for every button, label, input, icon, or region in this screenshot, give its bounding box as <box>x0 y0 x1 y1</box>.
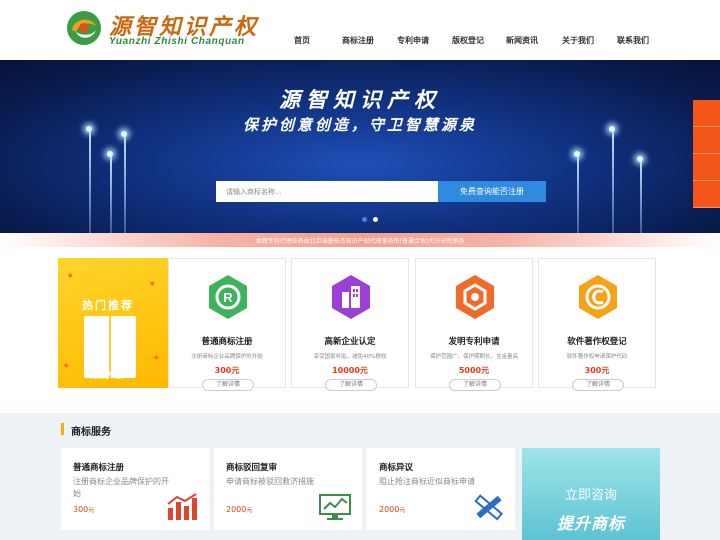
card-price: 300元 <box>214 366 240 375</box>
card-price: 300元 <box>584 366 610 375</box>
promo-subtitle: 知识产权 <box>91 371 123 380</box>
nav-patent[interactable]: 专利申请 <box>397 35 429 46</box>
price-unit: 元 <box>88 507 95 514</box>
price-unit: 元 <box>246 507 253 514</box>
service-price: 2000元 <box>226 505 252 514</box>
decor-light <box>640 160 642 233</box>
hot-card[interactable]: 高新企业认定 享受国家补贴，减免40%税收 10000元 了解详情 <box>291 258 409 391</box>
nav-contact[interactable]: 联系我们 <box>617 35 649 46</box>
notice-bar: 本网专利代理业务由北京瑞盛拓杰知识产权代理事务所(普通合伙)大兴分所承办 <box>0 233 720 247</box>
card-desc: 软件著作权申请保护代码 <box>566 354 628 360</box>
decor-glow <box>574 151 580 157</box>
details-button[interactable]: 了解详情 <box>572 379 624 391</box>
banner-subtitle: 保护创意创造，守卫智慧源泉 <box>242 116 477 134</box>
search-button[interactable]: 免费查询能否注册 <box>438 181 546 202</box>
carousel-dot[interactable] <box>362 217 367 222</box>
card-desc: 享受国家补贴，减免40%税收 <box>313 354 387 360</box>
decor-light <box>577 155 579 233</box>
main-nav: 首页 商标注册 专利申请 版权登记 新闻资讯 关于我们 联系我们 <box>0 35 720 49</box>
book-icon <box>84 316 136 378</box>
sparkle-icon: ◆ <box>154 354 159 361</box>
service-desc: 申请商标被驳回救济措施 <box>226 477 314 486</box>
consult-banner[interactable]: 立即咨询 提升商标 <box>522 448 660 540</box>
side-tab[interactable] <box>693 100 720 127</box>
monitor-chart-icon <box>319 494 351 520</box>
sparkle-icon: ◆ <box>150 280 155 287</box>
decor-light <box>89 130 91 233</box>
bar-chart-icon <box>167 493 197 520</box>
sparkle-icon: ◆ <box>64 362 69 369</box>
nav-about[interactable]: 关于我们 <box>562 35 594 46</box>
hero-banner: 源智知识产权 保护创意创造，守卫智慧源泉 免费查询能否注册 <box>0 60 720 233</box>
copyright-icon <box>579 275 617 319</box>
card-price: 5000元 <box>458 366 490 375</box>
price-value: 2000 <box>226 505 247 514</box>
hot-card[interactable]: 软件著作权登记 软件著作权申请保护代码 300元 了解详情 <box>538 258 656 391</box>
nav-home[interactable]: 首页 <box>294 35 310 46</box>
decor-glow <box>107 151 113 157</box>
patent-icon <box>456 275 494 319</box>
side-float-tabs <box>693 100 720 208</box>
price-unit: 元 <box>399 507 406 514</box>
service-name: 普通商标注册 <box>73 463 125 473</box>
card-desc: 注册商标企业品牌保护的开始 <box>191 354 263 360</box>
site-header: 源智知识产权 Yuanzhi Zhishi Chanquan 首页 商标注册 专… <box>0 0 720 60</box>
nav-news[interactable]: 新闻资讯 <box>506 35 538 46</box>
card-title: 发明专利申请 <box>448 337 500 347</box>
svg-text:R: R <box>223 290 233 305</box>
hot-recommend-section: ◆ ◆ ◆ ◆ 热门推荐 知识产权 R 普通商标注册 注册商标企业品牌保护的开始… <box>0 247 720 413</box>
trademark-search-input[interactable] <box>216 181 440 202</box>
section-accent-bar <box>61 423 64 435</box>
side-tab[interactable] <box>693 181 720 208</box>
side-tab[interactable] <box>693 127 720 154</box>
trademark-r-icon: R <box>209 275 247 319</box>
service-name: 商标异议 <box>379 463 414 473</box>
details-button[interactable]: 了解详情 <box>202 379 254 391</box>
decor-light <box>110 155 112 233</box>
decor-light <box>612 130 614 233</box>
consult-title[interactable]: 立即咨询 <box>522 484 660 503</box>
promo-title: 热门推荐 <box>82 299 134 312</box>
decor-light <box>124 135 126 233</box>
nav-copyright[interactable]: 版权登记 <box>452 35 484 46</box>
service-desc: 注册商标企业品牌保护的开始 <box>73 477 169 498</box>
card-title: 软件著作权登记 <box>567 337 627 347</box>
service-name: 商标驳回复审 <box>226 463 278 473</box>
service-card[interactable]: 商标异议 阻止抢注商标近似商标申请 2000元 <box>367 448 515 530</box>
price-value: 2000 <box>379 505 400 514</box>
service-card[interactable]: 普通商标注册 注册商标企业品牌保护的开始 300元 <box>61 448 209 530</box>
banner-title: 源智知识产权 <box>279 87 441 112</box>
hot-card[interactable]: R 普通商标注册 注册商标企业品牌保护的开始 300元 了解详情 <box>168 258 286 391</box>
price-value: 300 <box>73 505 89 514</box>
carousel-dot-active[interactable] <box>373 217 378 222</box>
sparkle-icon: ◆ <box>68 272 73 279</box>
book-spine <box>109 316 111 378</box>
card-title: 高新企业认定 <box>324 337 376 347</box>
hot-card[interactable]: 发明专利申请 保护范围广，保护期期长，含金量高 5000元 了解详情 <box>415 258 533 391</box>
card-title: 普通商标注册 <box>201 337 253 347</box>
decor-glow <box>637 156 643 162</box>
side-tab[interactable] <box>693 154 720 181</box>
service-price: 300元 <box>73 505 94 514</box>
notice-text: 本网专利代理业务由北京瑞盛拓杰知识产权代理事务所(普通合伙)大兴分所承办 <box>255 238 465 245</box>
card-desc: 保护范围广，保护期期长，含金量高 <box>429 354 518 360</box>
service-price: 2000元 <box>379 505 405 514</box>
details-button[interactable]: 了解详情 <box>449 379 501 391</box>
nav-trademark[interactable]: 商标注册 <box>342 35 374 46</box>
hot-promo-banner[interactable]: ◆ ◆ ◆ ◆ 热门推荐 知识产权 <box>58 258 168 388</box>
details-button[interactable]: 了解详情 <box>325 379 377 391</box>
section-title: 商标服务 <box>71 427 111 438</box>
ruler-pencil-icon <box>474 494 504 521</box>
card-price: 10000元 <box>332 366 368 375</box>
consult-subtitle: 提升商标 <box>556 514 625 533</box>
building-icon <box>332 275 370 319</box>
service-card[interactable]: 商标驳回复审 申请商标被驳回救济措施 2000元 <box>214 448 362 530</box>
service-desc: 阻止抢注商标近似商标申请 <box>379 477 475 486</box>
